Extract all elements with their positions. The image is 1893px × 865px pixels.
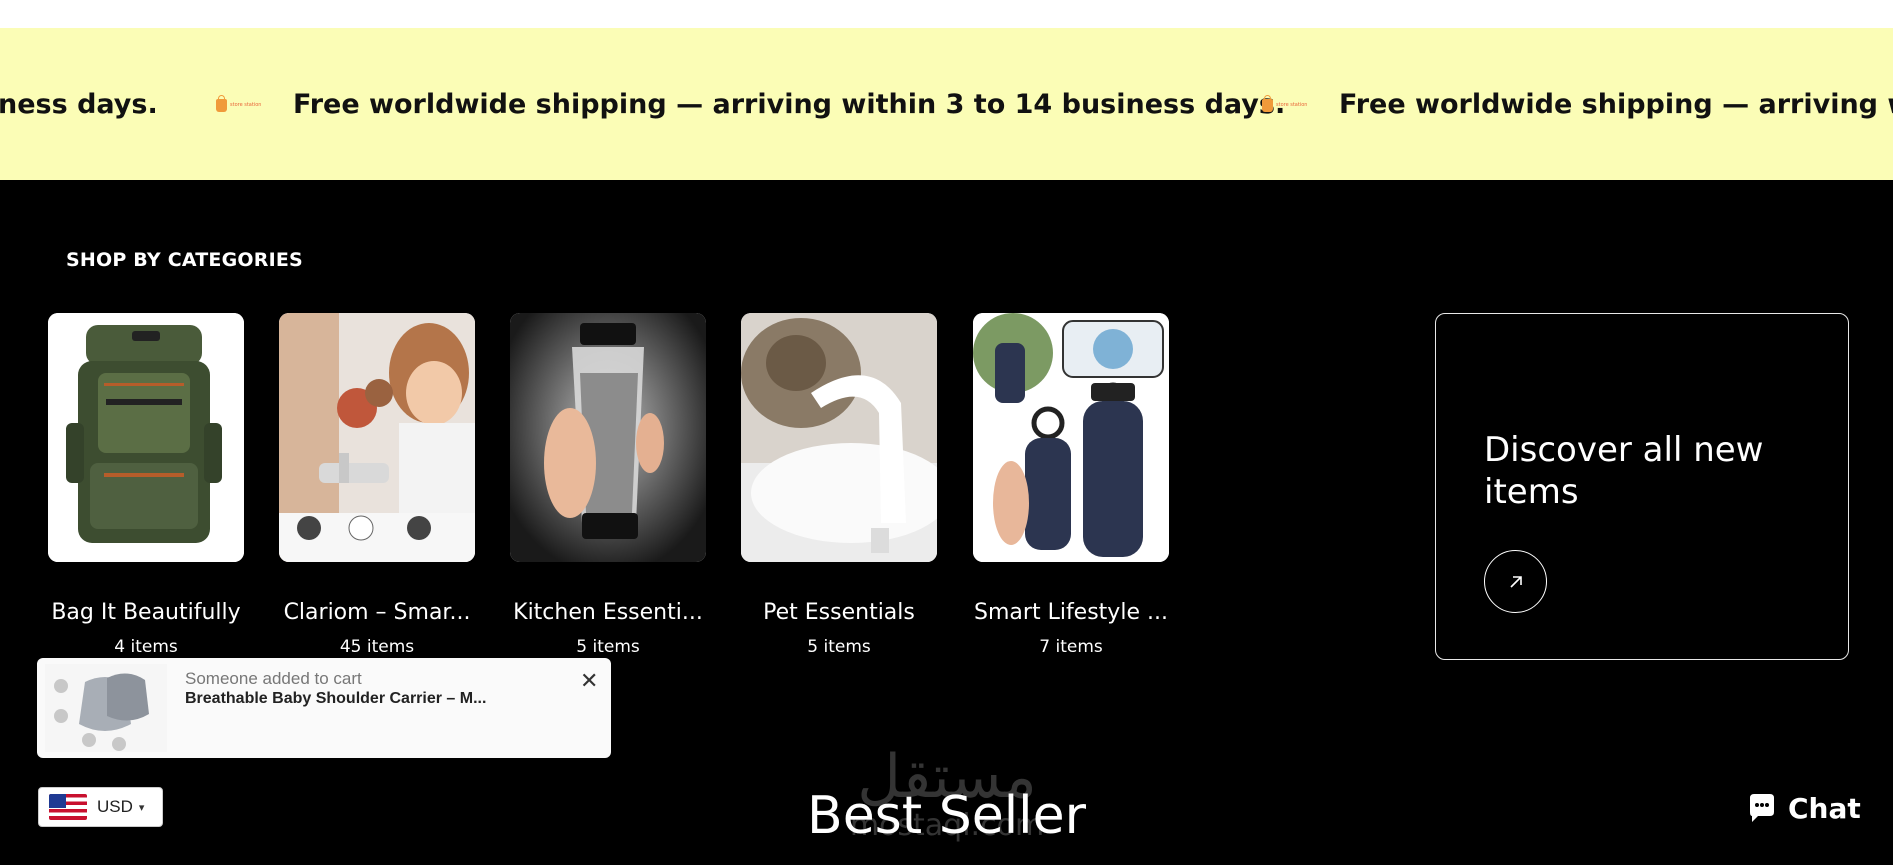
cart-notification[interactable]: Someone added to cart Breathable Baby Sh… bbox=[37, 658, 611, 758]
category-card[interactable]: Clariom – Smar... 45 items bbox=[279, 313, 475, 657]
category-count: 4 items bbox=[114, 637, 178, 657]
section-title: SHOP BY CATEGORIES bbox=[66, 249, 303, 271]
category-count: 45 items bbox=[339, 637, 415, 657]
chat-label[interactable]: Chat bbox=[1788, 792, 1861, 825]
category-image[interactable] bbox=[510, 313, 706, 562]
category-image[interactable] bbox=[973, 313, 1169, 562]
discover-text[interactable]: Discover all new items bbox=[1484, 429, 1814, 513]
category-name[interactable]: Bag It Beautifully bbox=[48, 600, 244, 625]
category-card[interactable]: Pet Essentials 5 items bbox=[741, 313, 937, 657]
category-name[interactable]: Smart Lifestyle ... bbox=[973, 600, 1169, 625]
chat-button[interactable]: Chat bbox=[1744, 786, 1861, 830]
category-name[interactable]: Clariom – Smar... bbox=[279, 600, 475, 625]
store-logo-icon: store station bbox=[216, 94, 268, 112]
announcement-text: Free worldwide shipping — arriving withi… bbox=[1339, 88, 1893, 120]
category-image[interactable] bbox=[741, 313, 937, 562]
category-image[interactable] bbox=[279, 313, 475, 562]
category-name[interactable]: Pet Essentials bbox=[741, 600, 937, 625]
discover-button[interactable] bbox=[1484, 550, 1547, 613]
toast-title: Someone added to cart bbox=[185, 669, 362, 688]
discover-card[interactable]: Discover all new items bbox=[1435, 313, 1849, 660]
announcement-bar: ness days. store station Free worldwide … bbox=[0, 28, 1893, 180]
chat-icon bbox=[1750, 794, 1774, 822]
top-strip bbox=[0, 0, 1893, 28]
category-image[interactable] bbox=[48, 313, 244, 562]
category-name[interactable]: Kitchen Essenti... bbox=[510, 600, 706, 625]
store-logo-icon: store station bbox=[1262, 94, 1314, 112]
best-seller-title: Best Seller bbox=[807, 786, 1086, 846]
product-thumbnail bbox=[45, 664, 167, 752]
announcement-text: ness days. bbox=[0, 88, 158, 120]
category-card[interactable]: Bag It Beautifully 4 items bbox=[48, 313, 244, 657]
category-card[interactable]: Kitchen Essenti... 5 items bbox=[510, 313, 706, 657]
toast-product[interactable]: Breathable Baby Shoulder Carrier – M... bbox=[185, 690, 486, 708]
category-count: 7 items bbox=[1039, 637, 1103, 657]
close-icon[interactable]: ✕ bbox=[580, 670, 598, 692]
arrow-up-right-icon bbox=[1509, 575, 1522, 588]
category-count: 5 items bbox=[807, 637, 871, 657]
announcement-text: Free worldwide shipping — arriving withi… bbox=[293, 88, 1286, 120]
category-count: 5 items bbox=[576, 637, 640, 657]
category-card[interactable]: Smart Lifestyle ... 7 items bbox=[973, 313, 1169, 657]
